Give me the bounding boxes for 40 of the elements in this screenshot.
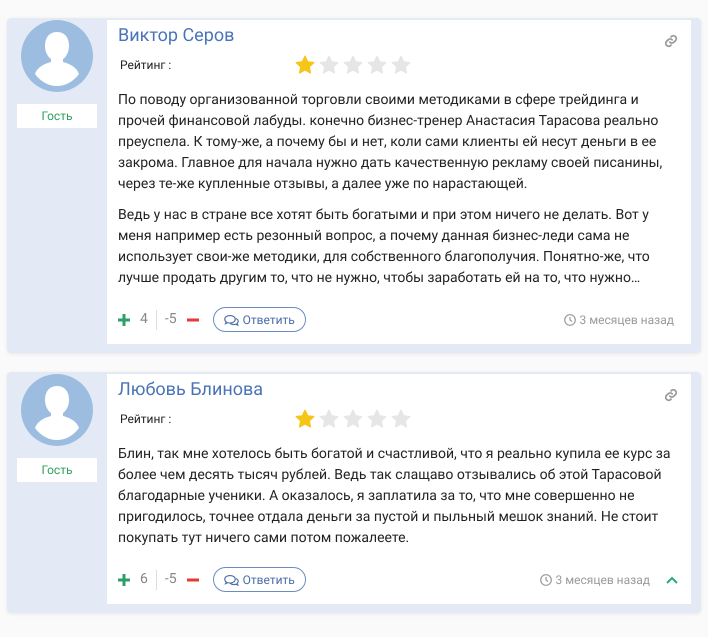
role-label: Гость: [17, 104, 97, 128]
like-count: 4: [140, 310, 148, 329]
chat-bubbles-icon: [224, 574, 239, 586]
avatar-icon: [21, 374, 93, 446]
star-icon: [390, 408, 412, 430]
reply-button[interactable]: Ответить: [212, 567, 306, 592]
author-name: Виктор Серов: [118, 24, 234, 48]
clock-icon: [540, 574, 552, 586]
rating-label: Рейтинг :: [119, 411, 172, 428]
comment-text: Ведь у нас в стране все хотят быть богатыми и при этом ничего не делать. Вот у меня например есть резонный вопрос, а почему данная бизнес-леди сама не использует свои-же методики, для собственного благополучия. Понятно-же, что лучше продать другим то, что не нужно, чтобы заработать ей на то, что нужно…: [118, 206, 651, 288]
like-count: 6: [140, 570, 148, 589]
star-icon: [366, 54, 388, 76]
star-icon: [294, 408, 316, 430]
comment-text: Блин, так мне хотелось быть богатой и счастливой, что я реально купила ее курс за более чем десять тысяч рублей. Ведь так слащаво отзывались об этой Тарасовой благодарные ученики. А оказалось, я заплатила за то, что мне совершенно не пригодилось, точнее отдала деньги за пустой и пыльный мешок знаний. Не стоит покупать тут ничего сами потом пожалеете.: [118, 445, 672, 548]
link-icon[interactable]: [664, 34, 678, 48]
time-label: 3 месяцев назад: [580, 312, 674, 328]
link-icon[interactable]: [664, 388, 678, 402]
dislike-count: -5: [164, 570, 177, 589]
plus-icon[interactable]: [118, 314, 130, 326]
chat-bubbles-icon: [224, 314, 239, 326]
comment-text: По поводу организованной торговли своими методиками в сфере трейдинга и прочей финансовой лабуды. конечно бизнес-тренер Анастасия Тарасова реально преуспела. К тому-же, а почему бы и нет, коли сами клиенты ей несут деньги в ее закрома. Главное для начала нужно дать качественную рекламу своей писанины, через те-же купленные отзывы, а далее уже по нарастающей.: [118, 91, 664, 194]
star-icon: [342, 408, 364, 430]
star-icon: [390, 54, 412, 76]
reply-button[interactable]: Ответить: [212, 307, 306, 332]
star-icon: [366, 408, 388, 430]
author-name: Любовь Блинова: [118, 378, 264, 402]
clock-icon: [564, 314, 576, 326]
chevron-up-icon[interactable]: [666, 576, 678, 584]
minus-icon[interactable]: [186, 578, 199, 582]
star-icon: [294, 54, 316, 76]
plus-icon[interactable]: [118, 574, 130, 586]
role-label: Гость: [17, 458, 97, 482]
avatar-icon: [21, 20, 93, 92]
star-icon: [342, 54, 364, 76]
star-icon: [318, 54, 340, 76]
rating-label: Рейтинг :: [119, 57, 172, 74]
dislike-count: -5: [164, 310, 177, 329]
time-label: 3 месяцев назад: [556, 572, 650, 588]
minus-icon[interactable]: [186, 318, 199, 322]
star-icon: [318, 408, 340, 430]
